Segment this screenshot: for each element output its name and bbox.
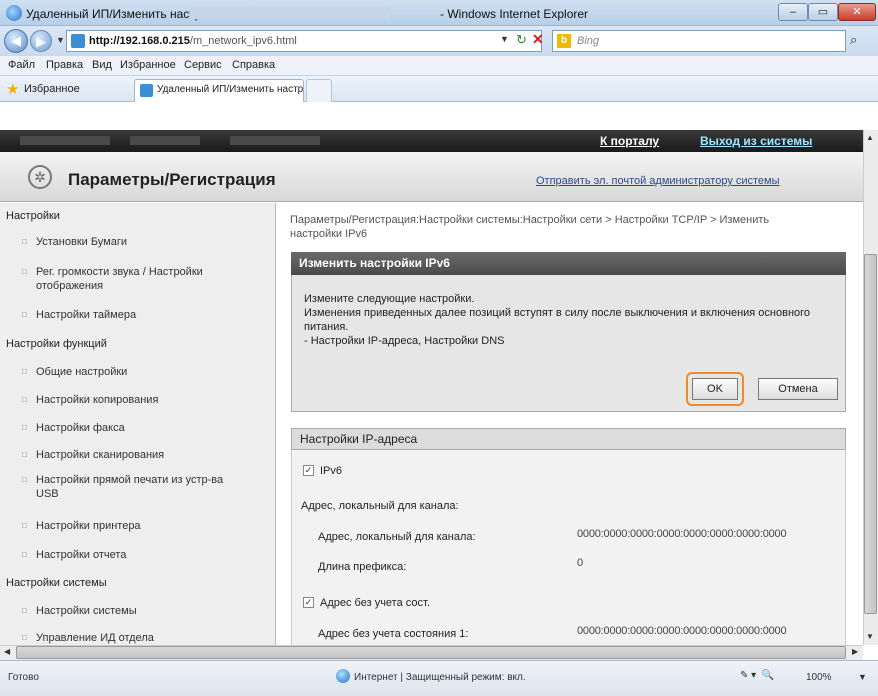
sidebar-item-fax[interactable]: Настройки факса [22,421,125,435]
sidebar: Настройки Установки Бумаги Рег. громкост… [0,203,276,645]
url-dropdown-icon[interactable]: ▼ [500,34,509,44]
sidebar-item-timer[interactable]: Настройки таймера [22,308,136,322]
scroll-up-icon[interactable]: ▲ [866,133,874,142]
window-app-name: - Windows Internet Explorer [440,7,589,21]
browser-tab[interactable]: Удаленный ИП/Изменить настройки IPv6: [134,79,304,102]
portal-link[interactable]: К порталу [600,134,659,148]
message-line: Изменения приведенных далее позиций всту… [304,307,811,333]
stateless1-label: Адрес без учета состояния 1: [318,628,469,640]
stateless-checkbox[interactable]: ✓ [303,597,314,608]
stateless1-value: 0000:0000:0000:0000:0000:0000:0000:0000 [577,625,787,637]
favorites-bar: ★ Избранное Удаленный ИП/Изменить настро… [0,76,878,102]
zoom-tools-icon[interactable]: ✎ ▾ 🔍 [740,670,774,681]
blurred-title-segment [190,7,390,19]
blurred-text [230,136,320,145]
search-input[interactable]: b Bing [552,30,846,52]
menu-edit[interactable]: Правка [46,59,83,71]
new-tab-button[interactable] [306,79,332,102]
stateless-label: Адрес без учета сост. [320,597,430,609]
ip-address-section-header: Настройки IP-адреса [291,428,846,450]
sidebar-item-general[interactable]: Общие настройки [22,365,127,379]
back-button[interactable]: ◀ [4,29,28,53]
blurred-text [20,136,110,145]
panel-message: Измените следующие настройки. Изменения … [304,292,834,348]
sidebar-item-dept-id[interactable]: Управление ИД отдела [22,631,154,645]
forward-button[interactable]: ▶ [30,30,52,52]
scroll-down-icon[interactable]: ▼ [866,632,874,641]
url-input[interactable]: http://192.168.0.215/m_network_ipv6.html [66,30,542,52]
stop-icon[interactable]: ✕ [532,31,544,48]
message-line: Измените следующие настройки. [304,293,475,305]
address-bar: ◀ ▶ ▼ http://192.168.0.215/m_network_ipv… [0,26,878,56]
link-local-group-label: Адрес, локальный для канала: [301,500,459,512]
sidebar-item-copy[interactable]: Настройки копирования [22,393,158,407]
sidebar-section-title: Настройки [6,210,60,222]
prefix-length-value: 0 [577,557,583,569]
mail-admin-link[interactable]: Отправить эл. почтой администратору сист… [536,175,780,187]
url-path: /m_network_ipv6.html [189,35,297,47]
window-titlebar: Удаленный ИП/Изменить настройки IPv6: - … [0,0,878,26]
tab-title: Удаленный ИП/Изменить настройки IPv6: [157,84,304,95]
zoom-level[interactable]: 100% [806,672,832,683]
sidebar-item-scan[interactable]: Настройки сканирования [22,448,164,462]
menu-view[interactable]: Вид [92,59,112,71]
menu-tools[interactable]: Сервис [184,59,222,71]
breadcrumb: Параметры/Регистрация:Настройки системы:… [290,214,770,240]
minimize-button[interactable]: – [778,3,808,21]
prefix-length-label: Длина префикса: [318,561,407,573]
vertical-scroll-thumb[interactable] [864,254,877,614]
ok-button[interactable]: OK [692,378,738,400]
sidebar-item-paper[interactable]: Установки Бумаги [22,235,127,249]
status-text: Готово [8,672,39,683]
ip-address-section [291,450,846,650]
menu-help[interactable]: Справка [232,59,275,71]
ipv6-label: IPv6 [320,465,343,477]
sidebar-item-report[interactable]: Настройки отчета [22,548,127,562]
cancel-button[interactable]: Отмена [758,378,838,400]
arrow-right-icon: ▶ [36,34,46,49]
link-local-label: Адрес, локальный для канала: [318,531,476,543]
link-local-value: 0000:0000:0000:0000:0000:0000:0000:0000 [577,528,787,540]
history-dropdown-icon[interactable]: ▼ [56,35,65,45]
search-placeholder: Bing [577,35,600,47]
url-host: http://192.168.0.215 [89,35,190,47]
settings-registration-icon: ✲ [28,165,52,189]
menu-bar: Файл Правка Вид Избранное Сервис Справка [0,56,878,76]
sidebar-item-volume[interactable]: Рег. громкости звука / Настройки отображ… [22,265,236,293]
blurred-text [130,136,200,145]
sidebar-item-system[interactable]: Настройки системы [22,604,137,618]
tab-favicon-icon [140,84,153,97]
close-button[interactable]: ✕ [838,3,876,21]
panel-title: Изменить настройки IPv6 [291,252,846,275]
internet-globe-icon [336,669,350,683]
message-line: - Настройки IP-адреса, Настройки DNS [304,335,505,347]
sidebar-section-title: Настройки системы [6,577,107,589]
menu-file[interactable]: Файл [8,59,35,71]
horizontal-scroll-thumb[interactable] [16,646,846,659]
site-favicon-icon [71,34,85,48]
search-icon[interactable]: ⌕ [850,32,857,48]
logout-link[interactable]: Выход из системы [700,134,812,148]
sidebar-item-usb-print[interactable]: Настройки прямой печати из устр-ва USB [22,473,236,501]
refresh-icon[interactable]: ↻ [516,32,527,48]
maximize-button[interactable]: ▭ [808,3,838,21]
zoom-dropdown-icon[interactable]: ▼ [858,672,867,682]
security-zone-text[interactable]: Интернет | Защищенный режим: вкл. [354,672,526,683]
ie-logo-icon [6,5,22,21]
bing-logo-icon: b [557,34,571,48]
page-title: Параметры/Регистрация [68,170,276,189]
menu-favorites[interactable]: Избранное [120,59,176,71]
favorites-star-icon[interactable]: ★ [6,80,19,98]
sidebar-item-printer[interactable]: Настройки принтера [22,519,141,533]
scroll-right-icon[interactable]: ▶ [852,647,858,656]
sidebar-section-title: Настройки функций [6,338,107,350]
favorites-button[interactable]: Избранное [24,83,80,95]
ipv6-checkbox[interactable]: ✓ [303,465,314,476]
arrow-left-icon: ◀ [11,33,21,48]
scroll-left-icon[interactable]: ◀ [4,647,10,656]
